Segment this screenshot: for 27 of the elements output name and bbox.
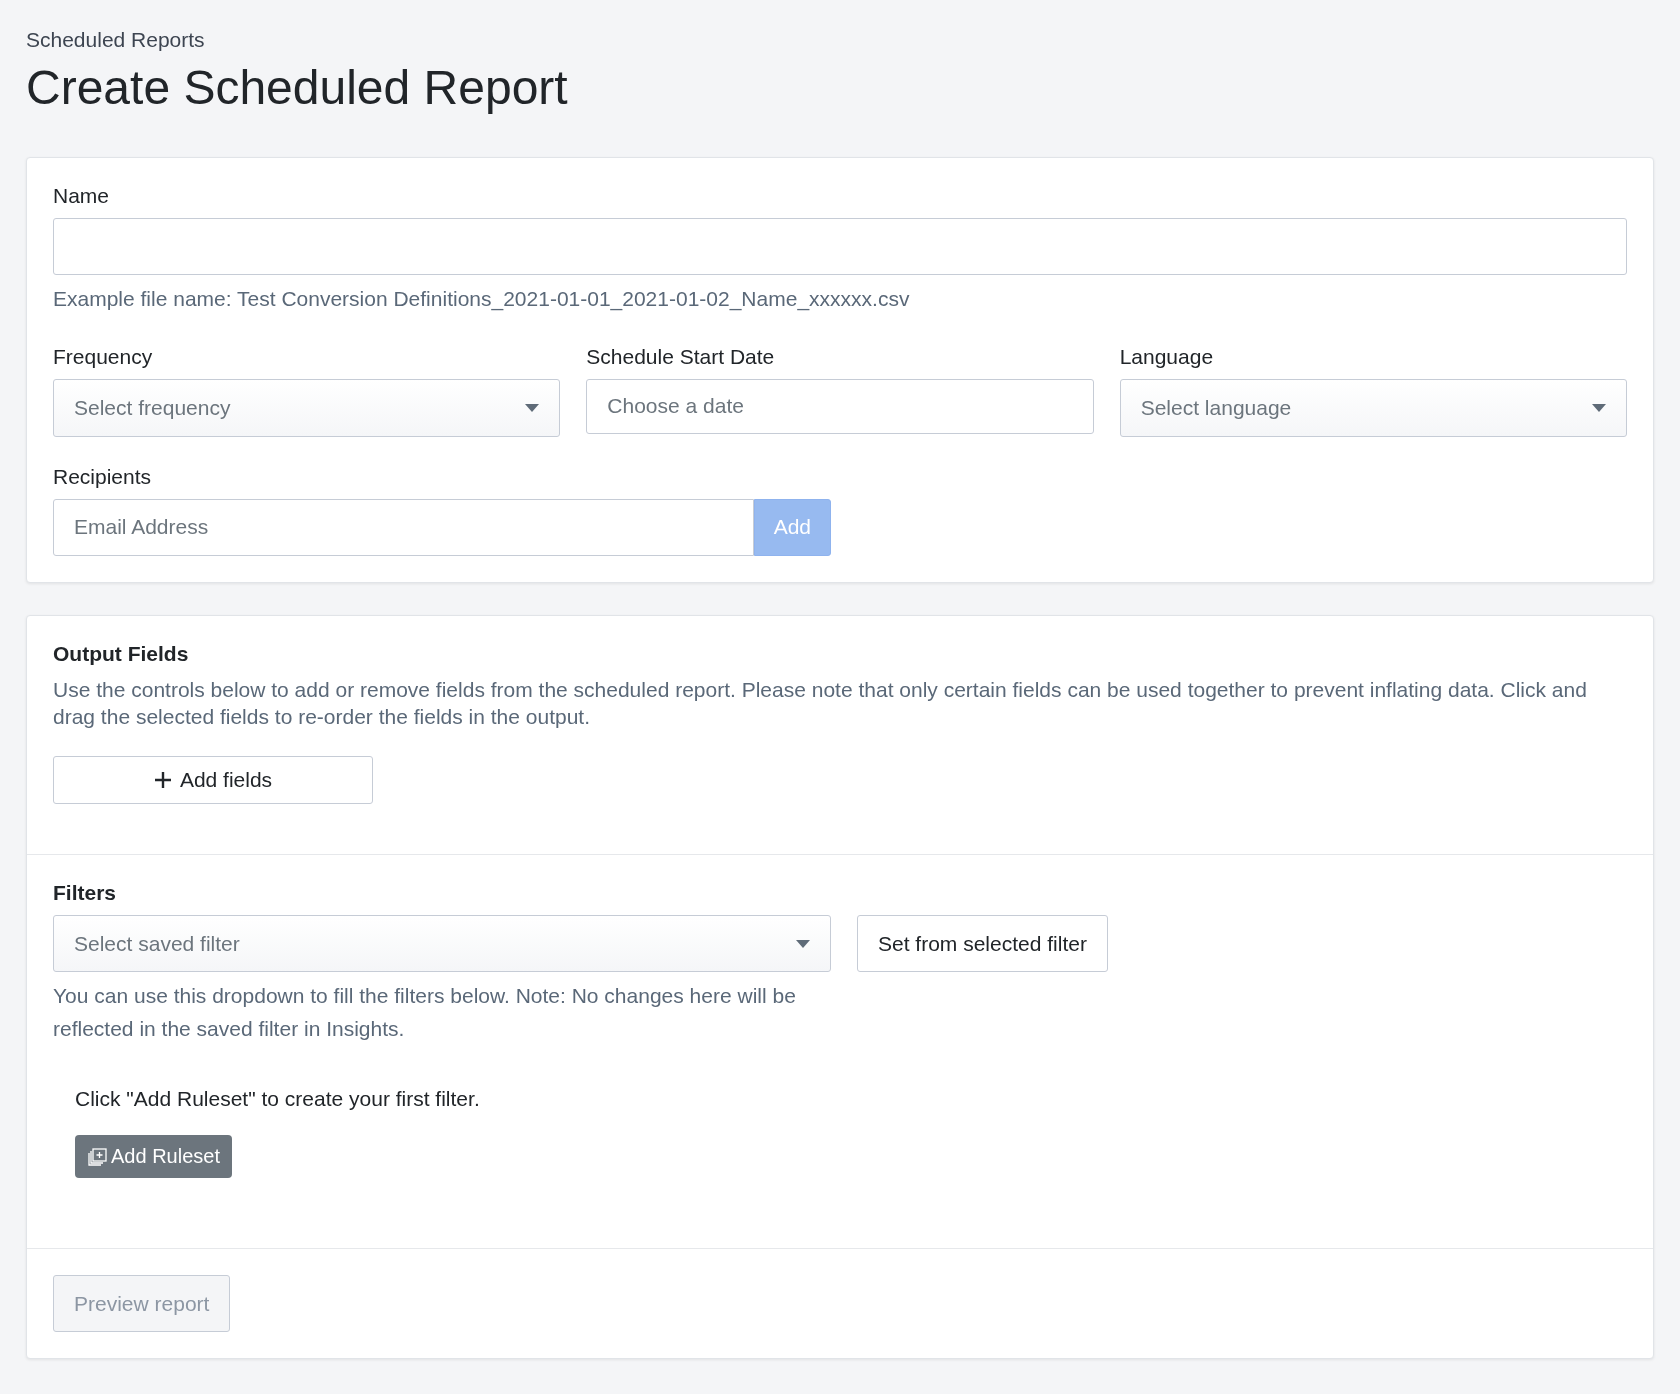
breadcrumb[interactable]: Scheduled Reports [26,28,1654,52]
section-title: Filters [53,881,118,906]
field-hint: Example file name: Test Conversion Definitions_2021-01-01_2021-01-02_Name_xxxxxx.csv [53,286,911,313]
add-ruleset-button[interactable]: Add Ruleset [75,1135,232,1179]
stacked-cards-plus-icon [87,1147,107,1166]
empty-message: Click "Add Ruleset" to create your first filter. [75,1087,481,1112]
caret-icon [796,939,810,948]
name-input-field[interactable] [53,218,1627,275]
add-fields-button[interactable]: Add fields [53,756,373,805]
email-input-field[interactable]: Email Address [53,498,754,556]
set-filter-button[interactable]: Set from selected filter [857,915,1108,973]
field-label: Language [1119,344,1215,369]
field-label: Name [53,184,111,208]
plus-icon [153,771,172,790]
select-dropdown[interactable]: Select language [1119,378,1627,437]
select-dropdown[interactable]: Select frequency [53,378,561,437]
section-title: Output Fields [53,641,190,666]
field-hint: You can use this dropdown to fill the filters below. Note: No changes here will be reflected in the saved filter in Insights. [53,983,797,1042]
select-dropdown[interactable]: Select saved filter [53,915,831,973]
field-label: Frequency [53,344,154,369]
field-label: Recipients [53,464,153,489]
page-title: Create Scheduled Report [26,60,569,115]
caret-icon [1592,403,1606,412]
field-label: Schedule Start Date [586,344,776,369]
caret-icon [525,403,540,412]
date-input-field[interactable]: Choose a date [586,378,1094,434]
section-description: Use the controls below to add or remove fields from the scheduled report. Please note that only certain fields can be used together to prevent inflating data. Click and drag the selected fields to re-order the fields in the output. [53,676,1588,730]
